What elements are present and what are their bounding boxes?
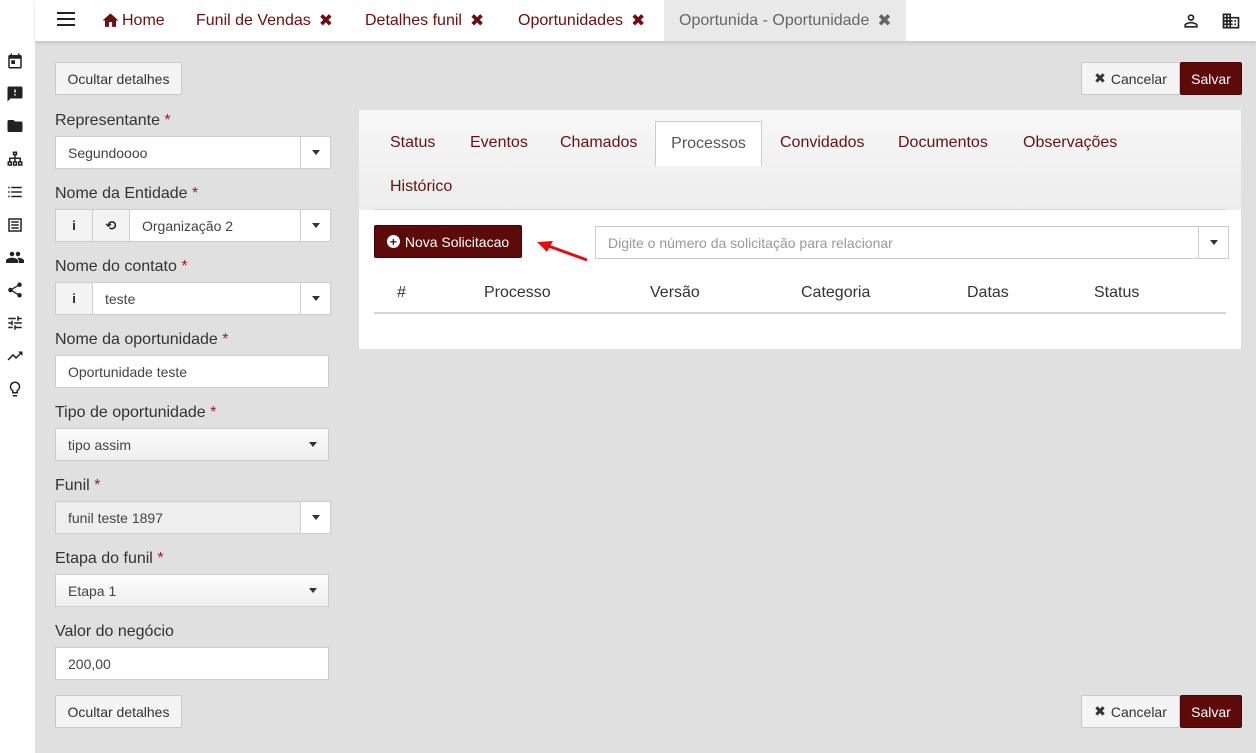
panel-tab-bar: Status Eventos Chamados Processos Convid… [359, 110, 1241, 210]
user-icon[interactable] [1181, 11, 1201, 31]
chevron-down-icon[interactable] [300, 283, 330, 314]
chevron-down-icon[interactable] [300, 137, 330, 168]
people-icon[interactable] [6, 248, 24, 266]
tab-label: Oportunida - Oportunidade [679, 11, 870, 29]
representante-value: Segundoooo [68, 144, 148, 161]
close-tab-icon[interactable]: ✖ [877, 11, 891, 31]
oportunidade-value: Oportunidade teste [68, 363, 188, 380]
hide-details-button-bottom[interactable]: Ocultar detalhes [55, 695, 182, 728]
valor-input[interactable]: 200,00 [55, 647, 329, 680]
tipo-label: Tipo de oportunidade * [55, 404, 217, 421]
tipo-value: tipo assim [68, 436, 132, 453]
folder-icon[interactable] [6, 117, 24, 135]
hamburger-menu-icon[interactable] [57, 12, 75, 28]
valor-value: 200,00 [68, 655, 111, 672]
tab-detalhes-funil[interactable]: Detalhes funil ✖ [365, 0, 484, 41]
save-button-bottom[interactable]: Salvar [1180, 695, 1242, 728]
building-icon[interactable] [1221, 11, 1241, 31]
sliders-icon[interactable] [6, 314, 24, 332]
funil-select[interactable]: funil teste 1897 [55, 501, 331, 534]
tab-chamados[interactable]: Chamados [560, 134, 637, 152]
entidade-value: Organização 2 [142, 217, 234, 234]
etapa-label: Etapa do funil * [55, 550, 164, 567]
contato-select[interactable]: i teste [55, 282, 331, 315]
tab-label: Home [122, 11, 165, 29]
cancel-button[interactable]: ✖ Cancelar [1081, 62, 1180, 95]
cancel-label: Cancelar [1110, 703, 1167, 720]
tab-historico[interactable]: Histórico [390, 178, 452, 196]
oportunidade-label: Nome da oportunidade * [55, 331, 229, 348]
tab-convidados[interactable]: Convidados [780, 134, 865, 152]
plus-circle-icon: + [386, 235, 400, 248]
etapa-value: Etapa 1 [68, 582, 117, 599]
calendar-icon[interactable] [6, 52, 24, 70]
column-header-datas[interactable]: Datas [967, 284, 1009, 302]
top-tab-bar: Home Funil de Vendas ✖ Detalhes funil ✖ … [35, 0, 1256, 42]
chevron-down-icon[interactable] [298, 429, 328, 460]
tab-funil-de-vendas[interactable]: Funil de Vendas ✖ [196, 0, 333, 41]
funil-value: funil teste 1897 [68, 509, 163, 526]
funil-label: Funil * [55, 477, 101, 494]
request-search-input[interactable]: Digite o número da solicitação para rela… [595, 226, 1229, 259]
close-tab-icon[interactable]: ✖ [631, 11, 645, 31]
chevron-down-icon[interactable] [298, 575, 328, 606]
close-tab-icon[interactable]: ✖ [319, 11, 333, 31]
close-tab-icon[interactable]: ✖ [470, 11, 484, 31]
tab-eventos[interactable]: Eventos [470, 134, 528, 152]
tab-oportunidade-active[interactable]: Oportunida - Oportunidade ✖ [664, 0, 906, 41]
tipo-select[interactable]: tipo assim [55, 428, 329, 461]
info-icon[interactable]: i [56, 283, 93, 314]
lightbulb-icon[interactable] [6, 380, 24, 398]
entidade-label: Nome da Entidade * [55, 185, 199, 202]
tab-divider [374, 209, 1226, 210]
sitemap-icon[interactable] [6, 150, 24, 168]
tab-documentos[interactable]: Documentos [898, 134, 988, 152]
document-list-icon[interactable] [6, 216, 24, 234]
tab-label: Funil de Vendas [196, 11, 311, 29]
etapa-select[interactable]: Etapa 1 [55, 574, 329, 607]
share-icon[interactable] [6, 281, 24, 299]
tab-label: Detalhes funil [365, 11, 462, 29]
close-icon: ✖ [1094, 703, 1106, 719]
valor-label: Valor do negócio [55, 623, 174, 640]
new-request-button[interactable]: + Nova Solicitacao [374, 225, 522, 258]
cancel-button-bottom[interactable]: ✖ Cancelar [1081, 695, 1180, 728]
chevron-down-icon[interactable] [300, 502, 330, 533]
column-header-status[interactable]: Status [1094, 284, 1139, 302]
list-icon[interactable] [6, 183, 24, 201]
representante-select[interactable]: Segundoooo [55, 136, 331, 169]
column-header-processo[interactable]: Processo [484, 284, 551, 302]
tab-oportunidades[interactable]: Oportunidades ✖ [518, 0, 645, 41]
tab-processos[interactable]: Processos [655, 121, 762, 166]
feedback-icon[interactable] [6, 85, 24, 103]
oportunidade-input[interactable]: Oportunidade teste [55, 355, 329, 388]
details-panel: Status Eventos Chamados Processos Convid… [359, 110, 1241, 349]
info-icon[interactable]: i [56, 210, 93, 241]
representante-label: Representante * [55, 112, 171, 129]
home-icon [102, 13, 119, 27]
contato-value: teste [105, 290, 136, 307]
chevron-down-icon[interactable] [300, 210, 330, 241]
history-icon[interactable]: ⟲ [93, 210, 130, 241]
column-header-number: # [397, 284, 406, 301]
annotation-arrow-icon [537, 241, 588, 262]
trending-icon[interactable] [6, 347, 24, 365]
tab-status[interactable]: Status [390, 134, 435, 152]
entidade-select[interactable]: i ⟲ Organização 2 [55, 209, 331, 242]
tab-home[interactable]: Home [101, 0, 165, 41]
search-placeholder: Digite o número da solicitação para rela… [608, 234, 893, 251]
cancel-label: Cancelar [1110, 70, 1167, 87]
table-header-divider [374, 312, 1226, 314]
tab-label: Oportunidades [518, 11, 623, 29]
save-button[interactable]: Salvar [1180, 62, 1242, 95]
column-header-versao[interactable]: Versão [650, 284, 700, 302]
column-header-categoria[interactable]: Categoria [801, 284, 870, 302]
hide-details-button[interactable]: Ocultar detalhes [55, 62, 182, 95]
left-icon-rail [0, 0, 35, 753]
new-request-label: Nova Solicitacao [404, 233, 510, 250]
contato-label: Nome do contato * [55, 258, 188, 275]
close-icon: ✖ [1094, 70, 1106, 86]
chevron-down-icon[interactable] [1198, 227, 1228, 258]
tab-observacoes[interactable]: Observações [1023, 134, 1117, 152]
